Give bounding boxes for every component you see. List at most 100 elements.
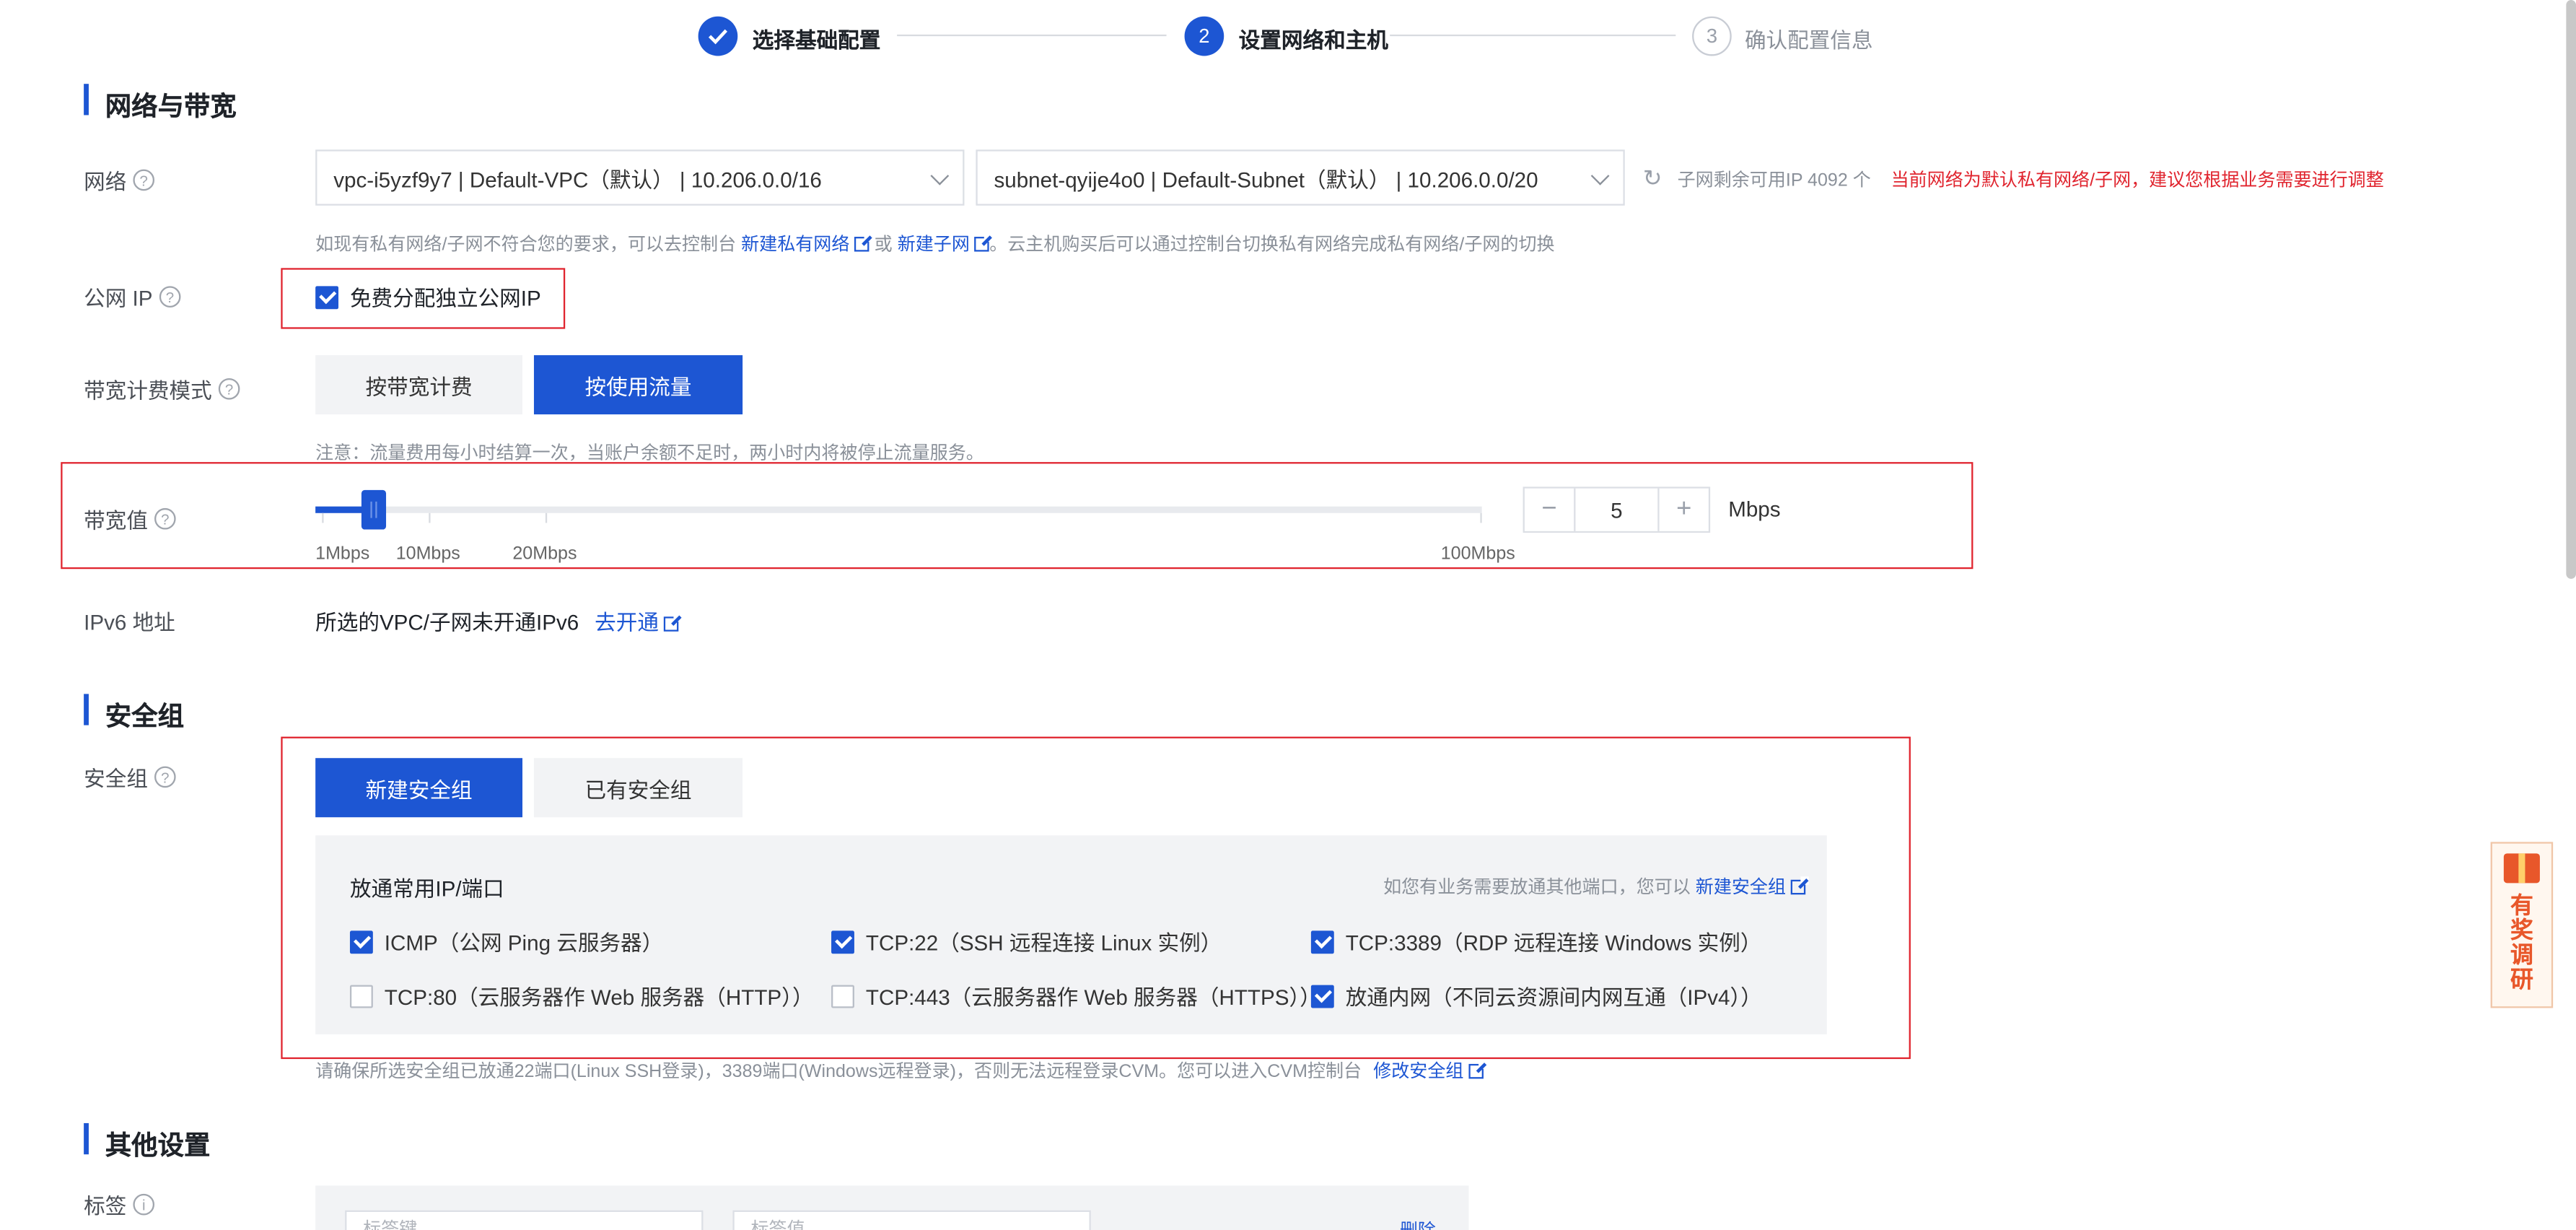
- checkbox-unchecked-icon: [831, 984, 854, 1008]
- rule-label: 放通内网（不同云资源间内网互通（IPv4））: [1345, 985, 1762, 1010]
- increment-button[interactable]: +: [1660, 489, 1709, 531]
- tag-delete-link[interactable]: 删除: [1400, 1217, 1436, 1230]
- external-link-icon: [974, 233, 993, 252]
- ipv6-status: 所选的VPC/子网未开通IPv6 去开通: [315, 605, 682, 636]
- existing-security-group-tab[interactable]: 已有安全组: [533, 758, 743, 818]
- slider-tick-label: 100Mbps: [1440, 544, 1515, 564]
- billing-by-traffic-button[interactable]: 按使用流量: [533, 355, 743, 415]
- rule-tcp-22[interactable]: TCP:22（SSH 远程连接 Linux 实例）: [831, 926, 1222, 957]
- public-ip-label-text: 公网 IP: [84, 286, 153, 311]
- hint-or: 或: [874, 235, 893, 256]
- hint-text: 如现有私有网络/子网不符合您的要求，可以去控制台: [315, 235, 737, 256]
- checkbox-checked-icon: [349, 930, 373, 954]
- step-done-icon: [698, 16, 738, 56]
- bandwidth-label: 带宽值 ?: [84, 503, 176, 534]
- security-group-label-text: 安全组: [84, 766, 148, 791]
- decrement-button[interactable]: −: [1525, 489, 1574, 531]
- help-icon[interactable]: ?: [218, 378, 240, 400]
- checkbox-unchecked-icon: [349, 984, 373, 1008]
- security-group-label: 安全组 ?: [84, 762, 176, 793]
- create-vpc-link-label: 新建私有网络: [741, 235, 850, 256]
- rule-label: TCP:22（SSH 远程连接 Linux 实例）: [865, 930, 1222, 956]
- bandwidth-input[interactable]: 5: [1574, 488, 1660, 531]
- section-title-other: 其他设置: [105, 1133, 211, 1161]
- public-ip-label: 公网 IP ?: [84, 282, 181, 313]
- rule-label: ICMP（公网 Ping 云服务器）: [384, 930, 664, 956]
- panel-title: 放通常用IP/端口: [349, 876, 504, 902]
- scrollbar[interactable]: [2566, 0, 2576, 579]
- page: 选择基础配置 2 设置网络和主机 3 确认配置信息 网络与带宽 网络 ? vpc…: [0, 0, 2576, 1230]
- rule-intranet[interactable]: 放通内网（不同云资源间内网互通（IPv4））: [1310, 980, 1762, 1011]
- footer-note-text: 请确保所选安全组已放通22端口(Linux SSH登录)，3389端口(Wind…: [315, 1062, 1362, 1082]
- external-link-icon: [663, 613, 682, 632]
- step-connector: [1390, 34, 1676, 37]
- step-2-number: 2: [1184, 16, 1225, 56]
- vpc-select-value: vpc-i5yzf9y7 | Default-VPC（默认） | 10.206.…: [333, 167, 822, 192]
- rule-tcp-3389[interactable]: TCP:3389（RDP 远程连接 Windows 实例）: [1310, 926, 1762, 957]
- bandwidth-slider-handle[interactable]: [361, 489, 387, 530]
- new-security-group-tab[interactable]: 新建安全组: [315, 758, 523, 818]
- help-icon[interactable]: ?: [159, 286, 181, 308]
- gift-icon: [2503, 853, 2540, 884]
- step-1-label: 选择基础配置: [752, 27, 881, 53]
- section-title-network: 网络与带宽: [105, 93, 237, 122]
- slider-tick: [429, 512, 431, 523]
- checkbox-checked-icon: [315, 285, 339, 309]
- create-security-group-link-label: 新建安全组: [1695, 878, 1787, 898]
- network-hint: 如现有私有网络/子网不符合您的要求，可以去控制台 新建私有网络 或 新建子网 。云…: [315, 230, 1555, 256]
- billing-label: 带宽计费模式 ?: [84, 373, 240, 404]
- tag-label: 标签 i: [84, 1189, 155, 1220]
- step-3-label: 确认配置信息: [1744, 27, 1873, 53]
- info-icon[interactable]: i: [133, 1193, 155, 1216]
- billing-by-bandwidth-button[interactable]: 按带宽计费: [315, 355, 523, 415]
- slider-tick: [322, 512, 324, 523]
- ipv6-label: IPv6 地址: [84, 605, 175, 636]
- rule-tcp-443[interactable]: TCP:443（云服务器作 Web 服务器（HTTPS））: [831, 980, 1321, 1011]
- tag-key-input[interactable]: 标签键: [345, 1210, 704, 1230]
- panel-hint: 如您有业务需要放通其他端口，您可以 新建安全组: [1383, 873, 1809, 899]
- help-icon[interactable]: ?: [154, 766, 176, 788]
- tag-label-text: 标签: [84, 1193, 127, 1219]
- chevron-down-icon: [930, 166, 950, 186]
- create-security-group-link[interactable]: 新建安全组: [1695, 876, 1809, 898]
- security-footer-note: 请确保所选安全组已放通22端口(Linux SSH登录)，3389端口(Wind…: [315, 1057, 1487, 1083]
- subnet-select[interactable]: subnet-qyije4o0 | Default-Subnet（默认） | 1…: [976, 149, 1625, 206]
- rule-label: TCP:80（云服务器作 Web 服务器（HTTP））: [384, 985, 814, 1010]
- tag-value-input[interactable]: 标签值: [732, 1210, 1091, 1230]
- section-marker: [84, 84, 89, 115]
- network-label: 网络 ?: [84, 165, 155, 196]
- bandwidth-slider-track[interactable]: [315, 506, 1482, 513]
- rule-label: TCP:3389（RDP 远程连接 Windows 实例）: [1345, 930, 1762, 956]
- step-2-label: 设置网络和主机: [1238, 27, 1388, 53]
- refresh-icon[interactable]: ↻: [1643, 165, 1662, 193]
- external-link-icon: [1790, 876, 1809, 895]
- public-ip-checkbox[interactable]: 免费分配独立公网IP: [315, 282, 541, 313]
- enable-ipv6-link[interactable]: 去开通: [595, 610, 682, 635]
- network-warning: 当前网络为默认私有网络/子网，建议您根据业务需要进行调整: [1891, 170, 2384, 191]
- rule-icmp[interactable]: ICMP（公网 Ping 云服务器）: [349, 926, 664, 957]
- enable-ipv6-link-label: 去开通: [595, 610, 659, 635]
- vpc-select[interactable]: vpc-i5yzf9y7 | Default-VPC（默认） | 10.206.…: [315, 149, 965, 206]
- step-connector: [897, 34, 1167, 37]
- slider-tick-label: 1Mbps: [315, 544, 370, 564]
- survey-widget[interactable]: 有奖调研: [2490, 842, 2554, 1008]
- section-marker: [84, 694, 89, 725]
- create-vpc-link[interactable]: 新建私有网络: [741, 233, 873, 256]
- subnet-select-value: subnet-qyije4o0 | Default-Subnet（默认） | 1…: [994, 167, 1538, 192]
- modify-security-group-link[interactable]: 修改安全组: [1373, 1060, 1487, 1082]
- create-subnet-link-label: 新建子网: [897, 235, 970, 256]
- rule-tcp-80[interactable]: TCP:80（云服务器作 Web 服务器（HTTP））: [349, 980, 814, 1011]
- bandwidth-label-text: 带宽值: [84, 507, 148, 533]
- help-icon[interactable]: ?: [133, 169, 155, 191]
- hint-suffix: 。云主机购买后可以通过控制台切换私有网络完成私有网络/子网的切换: [989, 235, 1555, 256]
- bandwidth-stepper: − 5 +: [1523, 487, 1711, 533]
- create-subnet-link[interactable]: 新建子网: [897, 233, 993, 256]
- step-3-number: 3: [1692, 16, 1732, 56]
- checkbox-checked-icon: [1310, 930, 1334, 954]
- section-title-security: 安全组: [105, 704, 185, 732]
- checkbox-checked-icon: [1310, 984, 1334, 1008]
- ipv6-label-text: IPv6 地址: [84, 610, 175, 635]
- help-icon[interactable]: ?: [154, 507, 176, 530]
- external-link-icon: [854, 233, 873, 252]
- ipv6-text: 所选的VPC/子网未开通IPv6: [315, 610, 579, 635]
